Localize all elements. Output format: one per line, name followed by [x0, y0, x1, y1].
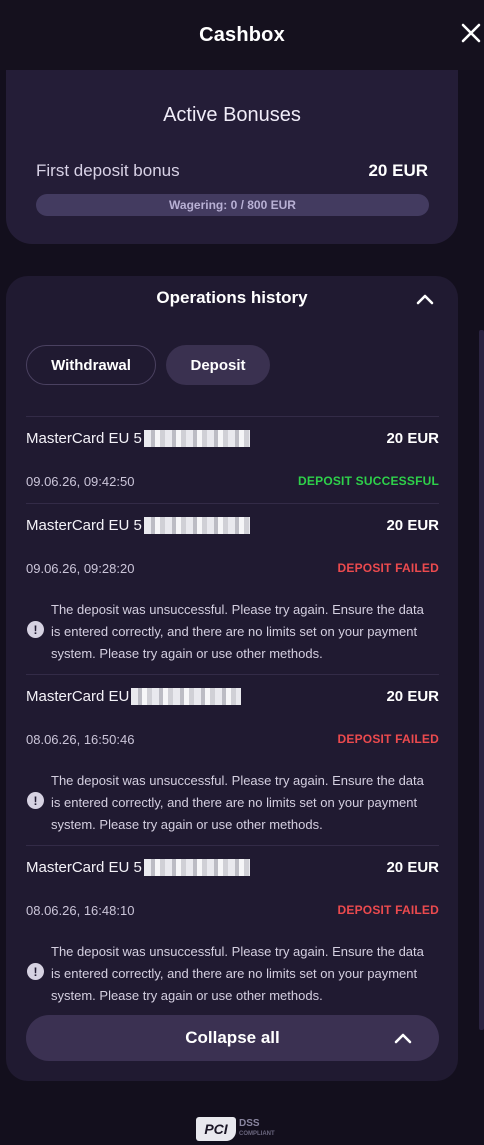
operation-method-label: MasterCard EU 5	[26, 430, 142, 447]
operation-error-note: ! The deposit was unsuccessful. Please t…	[26, 770, 439, 836]
pci-logo: PCI	[196, 1117, 236, 1141]
close-button[interactable]	[458, 18, 484, 48]
operation-status: DEPOSIT FAILED	[337, 732, 439, 746]
operation-status: DEPOSIT SUCCESSFUL	[298, 474, 439, 488]
operation-amount: 20 EUR	[386, 688, 439, 705]
operations-history-panel: Operations history Withdrawal Deposit Ma…	[6, 276, 458, 1081]
chevron-up-icon	[393, 1028, 413, 1048]
operation-method: MasterCard EU 5	[26, 517, 250, 534]
masked-card-number	[131, 688, 242, 705]
operation-method: MasterCard EU	[26, 688, 242, 705]
operation-date: 08.06.26, 16:50:46	[26, 732, 135, 747]
operation-error-text: The deposit was unsuccessful. Please try…	[51, 944, 424, 1003]
operation-date: 09.06.26, 09:28:20	[26, 561, 135, 576]
pci-dss-label: DSS COMPLIANT	[239, 1119, 275, 1139]
wagering-label: Wagering: 0 / 800 EUR	[169, 198, 296, 212]
operation-error-text: The deposit was unsuccessful. Please try…	[51, 602, 424, 661]
close-icon	[461, 23, 481, 43]
exclamation-icon: !	[27, 792, 44, 809]
operation-date: 08.06.26, 16:48:10	[26, 903, 135, 918]
operations-history-title: Operations history	[156, 288, 308, 307]
collapse-all-label: Collapse all	[185, 1028, 280, 1047]
operation-status: DEPOSIT FAILED	[337, 561, 439, 575]
exclamation-icon: !	[27, 621, 44, 638]
chevron-up-icon	[416, 294, 434, 305]
operations-list: MasterCard EU 5 20 EUR 09.06.26, 09:42:5…	[26, 416, 439, 1011]
masked-card-number	[143, 430, 250, 447]
bonus-name: First deposit bonus	[36, 161, 180, 180]
collapse-all-button[interactable]: Collapse all	[26, 1015, 439, 1061]
pci-dss-text: DSS	[239, 1118, 260, 1129]
masked-card-number	[143, 517, 250, 534]
scrollbar[interactable]	[479, 330, 484, 1030]
operation-error-note: ! The deposit was unsuccessful. Please t…	[26, 941, 439, 1007]
page-title: Cashbox	[199, 23, 285, 46]
wagering-progress-bar: Wagering: 0 / 800 EUR	[36, 194, 429, 216]
operation-row[interactable]: MasterCard EU 5 20 EUR 09.06.26, 09:28:2…	[26, 504, 439, 674]
operation-method-label: MasterCard EU 5	[26, 517, 142, 534]
exclamation-icon: !	[27, 963, 44, 980]
operation-amount: 20 EUR	[386, 430, 439, 447]
operation-method: MasterCard EU 5	[26, 430, 250, 447]
active-bonuses-card: Active Bonuses First deposit bonus 20 EU…	[6, 70, 458, 244]
masked-card-number	[143, 859, 250, 876]
operation-date: 09.06.26, 09:42:50	[26, 474, 135, 489]
tab-withdrawal[interactable]: Withdrawal	[26, 345, 156, 385]
bonus-amount: 20 EUR	[368, 161, 428, 180]
operation-row[interactable]: MasterCard EU 20 EUR 08.06.26, 16:50:46 …	[26, 675, 439, 845]
operation-error-note: ! The deposit was unsuccessful. Please t…	[26, 599, 439, 665]
operation-amount: 20 EUR	[386, 859, 439, 876]
pci-dss-badge: PCI DSS COMPLIANT	[196, 1116, 288, 1142]
operation-method: MasterCard EU 5	[26, 859, 250, 876]
cashbox-page: Cashbox Active Bonuses First deposit bon…	[0, 0, 484, 1145]
operation-method-label: MasterCard EU	[26, 688, 130, 705]
tab-deposit[interactable]: Deposit	[166, 345, 270, 385]
operation-method-label: MasterCard EU 5	[26, 859, 142, 876]
operation-error-text: The deposit was unsuccessful. Please try…	[51, 773, 424, 832]
operations-toggle-button[interactable]	[414, 288, 436, 310]
header: Cashbox	[0, 0, 484, 70]
operation-row[interactable]: MasterCard EU 5 20 EUR 08.06.26, 16:48:1…	[26, 846, 439, 1011]
active-bonuses-heading: Active Bonuses	[163, 104, 301, 126]
operation-status: DEPOSIT FAILED	[337, 903, 439, 917]
pci-compliant-text: COMPLIANT	[239, 1131, 275, 1137]
operation-amount: 20 EUR	[386, 517, 439, 534]
operation-row[interactable]: MasterCard EU 5 20 EUR 09.06.26, 09:42:5…	[26, 417, 439, 503]
